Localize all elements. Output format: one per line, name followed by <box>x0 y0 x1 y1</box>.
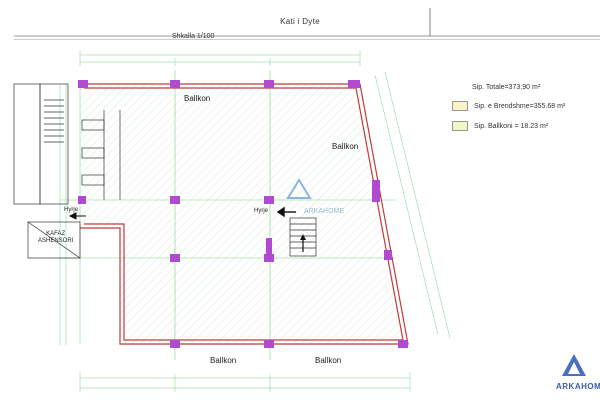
arkahome-logo-icon <box>562 354 586 376</box>
label-elevator: KAFAZ ASHENSORI <box>38 231 74 244</box>
dimension-lines-bottom <box>79 372 411 392</box>
legend-interior-row: Sip. e Brendshme=355.68 m² <box>452 101 565 111</box>
floor-plan <box>13 50 451 392</box>
legend-interior: Sip. e Brendshme=355.68 m² <box>474 102 566 110</box>
dimension-lines-top <box>79 50 361 66</box>
legend-balcony: Sip. Ballkoni = 18.23 m² <box>474 122 549 130</box>
label-balcony-right: Ballkon <box>332 142 359 151</box>
label-balcony-top: Ballkon <box>184 94 211 103</box>
label-balcony-bottom-right: Ballkon <box>315 356 342 365</box>
watermark-center-icon <box>286 178 312 199</box>
legend-interior-swatch <box>452 101 468 111</box>
arkahome-logo-text: ARKAHOM <box>556 382 600 391</box>
label-entrance-center: Hyrje <box>254 208 269 214</box>
drawing-frame: Kati i Dyte Shkalla 1/100 Ballkon Ballko… <box>0 0 600 400</box>
legend-balcony-row: Sip. Ballkoni = 18.23 m² <box>452 121 548 131</box>
watermark-center-text: ARKAHOME <box>304 208 345 215</box>
floor-area <box>80 84 408 344</box>
area-legend: Sip. Totale=373.90 m² Sip. e Brendshme=3… <box>440 70 590 150</box>
legend-total: Sip. Totale=373.90 m² <box>472 84 541 91</box>
label-balcony-bottom-left: Ballkon <box>210 356 237 365</box>
label-entrance-left: Hyrje <box>64 207 79 213</box>
legend-balcony-swatch <box>452 121 468 131</box>
